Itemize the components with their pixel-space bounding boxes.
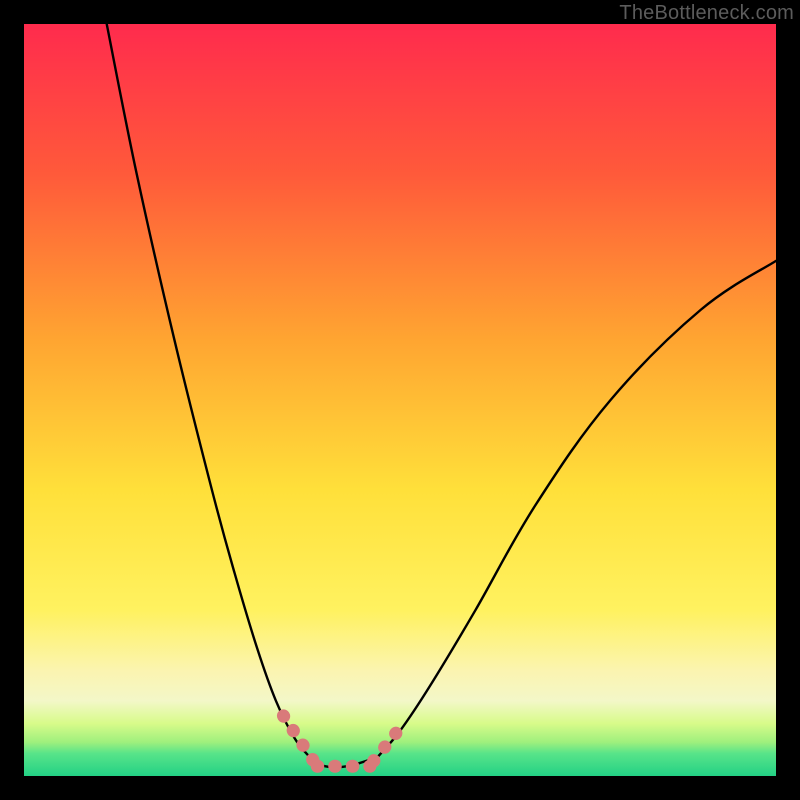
series-left-branch [107, 24, 310, 757]
chart-frame [24, 24, 776, 776]
accent-left-accent [283, 716, 313, 761]
chart-svg [24, 24, 776, 776]
series-right-branch [377, 261, 776, 757]
watermark-text: TheBottleneck.com [619, 2, 794, 25]
